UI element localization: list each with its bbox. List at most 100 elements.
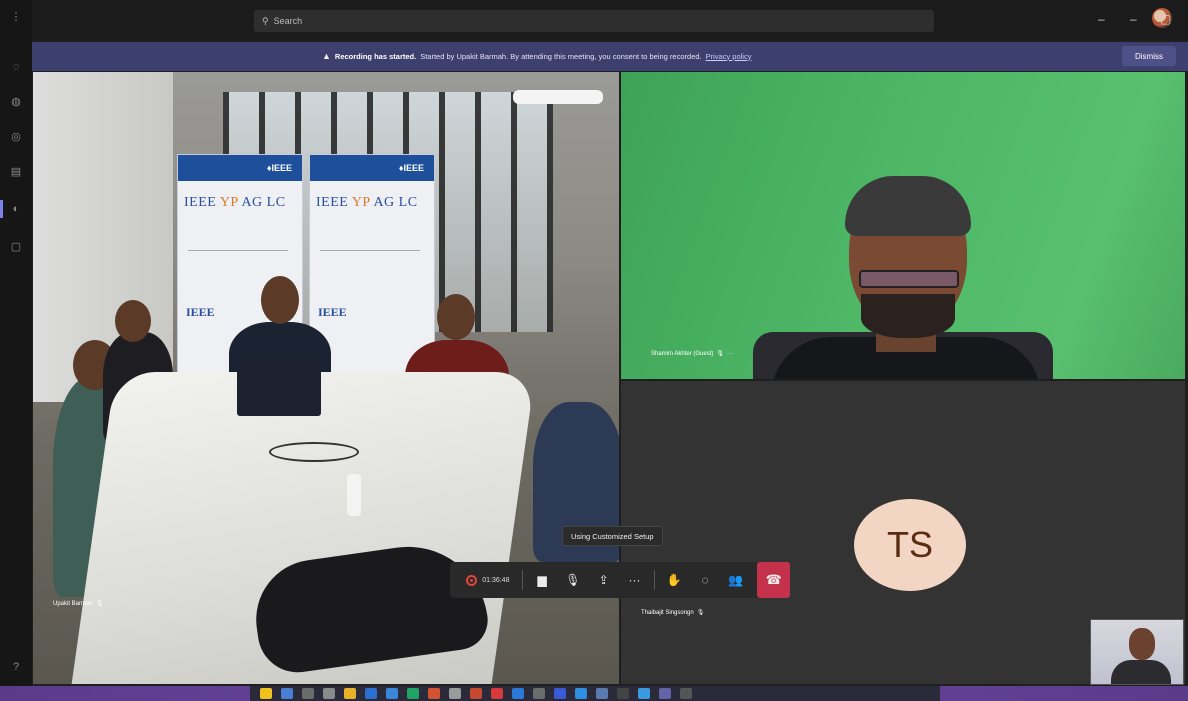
banner-title-c: AG LC bbox=[241, 195, 286, 210]
search-icon: ⚲ bbox=[262, 15, 269, 26]
powerpoint-icon[interactable] bbox=[428, 688, 440, 699]
more-actions-button[interactable]: ··· bbox=[619, 562, 650, 598]
banner-divider bbox=[188, 250, 288, 274]
guest-beard bbox=[861, 294, 955, 338]
name-tag-ts: Thaibajit Singsongn 🎙 bbox=[641, 609, 705, 617]
guest-hair bbox=[845, 176, 971, 236]
name-guest: Shamim Akhter (Guest) bbox=[651, 350, 714, 357]
app-icon[interactable] bbox=[554, 688, 566, 699]
hang-up-button[interactable]: ☎ bbox=[757, 562, 791, 598]
banner-title-a: IEEE bbox=[184, 195, 217, 210]
app-icon[interactable] bbox=[302, 688, 314, 699]
app-icon[interactable] bbox=[512, 688, 524, 699]
hand-icon: ✋ bbox=[666, 573, 682, 587]
person-right-head bbox=[437, 294, 475, 340]
chat-button[interactable]: ◌ bbox=[690, 562, 721, 598]
guest-glasses bbox=[859, 270, 959, 288]
app-icon[interactable] bbox=[386, 688, 398, 699]
warning-icon: ▲ bbox=[322, 51, 331, 61]
excel-icon[interactable] bbox=[407, 688, 419, 699]
banner-title-b: YP bbox=[219, 195, 239, 210]
raise-hand-button[interactable]: ✋ bbox=[659, 562, 690, 598]
recording-text: Started by Upakit Barmah. By attending t… bbox=[420, 51, 702, 61]
name-tag-guest: Shamim Akhter (Guest) 🎙 ··· bbox=[651, 350, 733, 358]
teams-icon[interactable] bbox=[659, 688, 671, 699]
app-rail: ⋮ ◌ ◍ ◎ ▤ ◐ ▢ ? bbox=[0, 0, 32, 686]
recording-banner: ▲ Recording has started. Started by Upak… bbox=[32, 42, 1188, 71]
mic-icon: 🎙 bbox=[95, 601, 104, 607]
ieee-logo: ♦IEEE bbox=[178, 155, 302, 181]
calendar-icon[interactable]: ▤ bbox=[9, 165, 23, 179]
mic-icon: 🎙 bbox=[716, 351, 724, 357]
search-box[interactable]: ⚲ Search bbox=[254, 10, 934, 32]
more-options-button[interactable]: – bbox=[1098, 12, 1105, 26]
recording-message: ▲ Recording has started. Started by Upak… bbox=[322, 51, 751, 61]
person-center-head bbox=[261, 276, 299, 324]
more-icon[interactable]: ··· bbox=[727, 351, 733, 357]
banner2-divider bbox=[320, 250, 420, 274]
banner2-title-a: IEEE bbox=[316, 195, 349, 210]
banner-title-2: IEEE YP AG LC bbox=[310, 181, 434, 211]
share-button[interactable]: ⇪ bbox=[588, 562, 619, 598]
app-icon[interactable] bbox=[638, 688, 650, 699]
minimize-button[interactable]: – bbox=[1130, 12, 1137, 26]
banner-footer: IEEE bbox=[186, 305, 215, 319]
app-icon[interactable] bbox=[617, 688, 629, 699]
laptop bbox=[237, 358, 321, 416]
title-bar: ⚲ Search – – ▢ bbox=[32, 0, 1188, 40]
ieee-logo-2: ♦IEEE bbox=[310, 155, 434, 181]
word-icon[interactable] bbox=[365, 688, 377, 699]
chat-icon: ◌ bbox=[701, 573, 709, 587]
call-controls: 01:36:48 ▆ 🎙 ⇪ ··· ✋ ◌ 👥 ☎ bbox=[450, 562, 791, 598]
edge-icon[interactable] bbox=[575, 688, 587, 699]
more-icon: ··· bbox=[628, 573, 641, 587]
calls-icon[interactable]: ◐ bbox=[9, 202, 23, 216]
camera-icon: ▆ bbox=[537, 573, 547, 587]
app-icon[interactable] bbox=[344, 688, 356, 699]
tooltip: Using Customized Setup bbox=[562, 526, 663, 546]
teams-icon[interactable]: ◎ bbox=[9, 130, 23, 144]
maximize-button[interactable]: ▢ bbox=[1160, 12, 1171, 26]
files-icon[interactable]: ▢ bbox=[9, 240, 23, 254]
share-icon: ⇪ bbox=[598, 573, 609, 587]
help-icon[interactable]: ? bbox=[9, 660, 23, 674]
search-placeholder: Search bbox=[273, 16, 303, 26]
avatar: TS bbox=[854, 499, 966, 591]
chat-icon[interactable]: ◍ bbox=[9, 95, 23, 109]
acrobat-icon[interactable] bbox=[491, 688, 503, 699]
participants-button[interactable]: 👥 bbox=[721, 562, 752, 598]
privacy-policy-link[interactable]: Privacy policy bbox=[706, 52, 752, 61]
self-head bbox=[1129, 628, 1155, 660]
app-icon[interactable] bbox=[596, 688, 608, 699]
video-tile-guest[interactable]: Shamim Akhter (Guest) 🎙 ··· bbox=[621, 72, 1185, 379]
activity-icon[interactable]: ◌ bbox=[9, 60, 23, 74]
app-icon[interactable] bbox=[281, 688, 293, 699]
more-apps-icon[interactable] bbox=[680, 688, 692, 699]
app-icon[interactable] bbox=[533, 688, 545, 699]
cable bbox=[269, 442, 359, 462]
teams-meeting-window: ⋮ ◌ ◍ ◎ ▤ ◐ ▢ ? ⚲ Search – – ▢ ▲ Recordi… bbox=[0, 0, 1188, 701]
control-separator-2 bbox=[653, 570, 655, 590]
mic-button[interactable]: 🎙 bbox=[557, 562, 588, 598]
name-tag-room: Upakit Barmah 🎙 bbox=[53, 600, 104, 608]
call-timer: 01:36:48 bbox=[482, 576, 510, 584]
app-menu-icon[interactable]: ⋮ bbox=[9, 10, 23, 24]
self-view[interactable] bbox=[1090, 619, 1184, 685]
app-icon[interactable] bbox=[470, 688, 482, 699]
mic-icon: 🎙 bbox=[565, 573, 581, 587]
folder-icon[interactable] bbox=[260, 688, 272, 699]
banner-title: IEEE YP AG LC bbox=[178, 181, 302, 211]
banner2-title-c: AG LC bbox=[373, 195, 418, 210]
app-icon[interactable] bbox=[323, 688, 335, 699]
person-left-2-head bbox=[115, 300, 151, 342]
dismiss-button[interactable]: Dismiss bbox=[1122, 46, 1176, 66]
ceiling-light bbox=[513, 90, 603, 104]
camera-button[interactable]: ▆ bbox=[527, 562, 558, 598]
water-bottle bbox=[347, 474, 361, 516]
people-icon: 👥 bbox=[728, 573, 744, 587]
mic-icon: 🎙 bbox=[696, 610, 705, 616]
recording-indicator[interactable]: 01:36:48 bbox=[458, 562, 518, 598]
app-icon[interactable] bbox=[449, 688, 461, 699]
record-icon bbox=[466, 574, 478, 586]
banner2-title-b: YP bbox=[351, 195, 371, 210]
